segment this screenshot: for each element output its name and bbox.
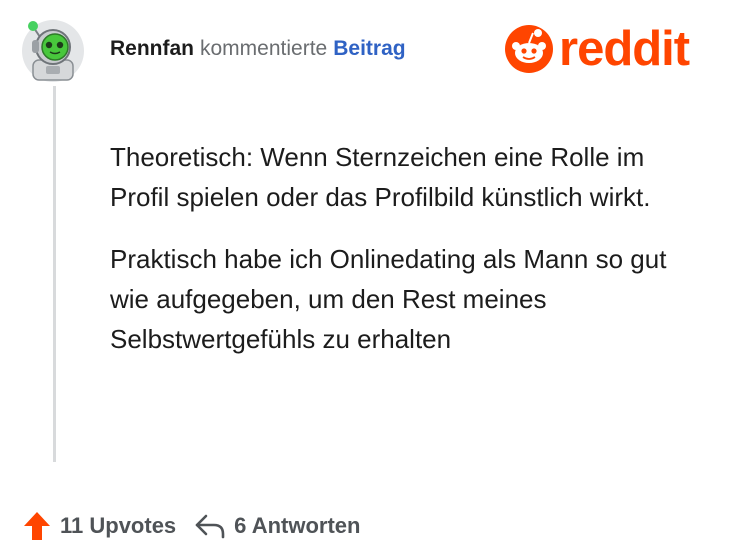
- reply-count: 6 Antworten: [234, 513, 361, 538]
- reddit-snoo-icon: [505, 25, 553, 73]
- arrow-up-icon[interactable]: [22, 510, 52, 542]
- reply-arrow-icon[interactable]: [194, 513, 226, 539]
- comment-paragraph: Praktisch habe ich Onlinedating als Mann…: [110, 244, 667, 354]
- post-link[interactable]: Beitrag: [333, 37, 405, 60]
- comment-footer: 11 Upvotes 6 Antworten: [22, 509, 360, 543]
- reddit-wordmark: reddit: [559, 21, 690, 76]
- reply-button[interactable]: 6 Antworten: [194, 513, 360, 539]
- author-name[interactable]: Rennfan: [110, 37, 194, 60]
- upvote-count: 11 Upvotes: [60, 513, 177, 538]
- robot-avatar-icon: [22, 20, 84, 82]
- upvote-button[interactable]: 11 Upvotes: [22, 510, 176, 542]
- user-avatar[interactable]: [20, 14, 86, 84]
- comment-header: Rennfan kommentierte Beitrag: [110, 37, 406, 61]
- thread-line[interactable]: [53, 86, 56, 462]
- reddit-logo: reddit: [505, 21, 690, 76]
- comment-action-text: kommentierte: [200, 37, 328, 60]
- comment-paragraph: Theoretisch: Wenn Sternzeichen eine Roll…: [110, 142, 651, 212]
- comment-body: Theoretisch: Wenn Sternzeichen eine Roll…: [110, 137, 710, 381]
